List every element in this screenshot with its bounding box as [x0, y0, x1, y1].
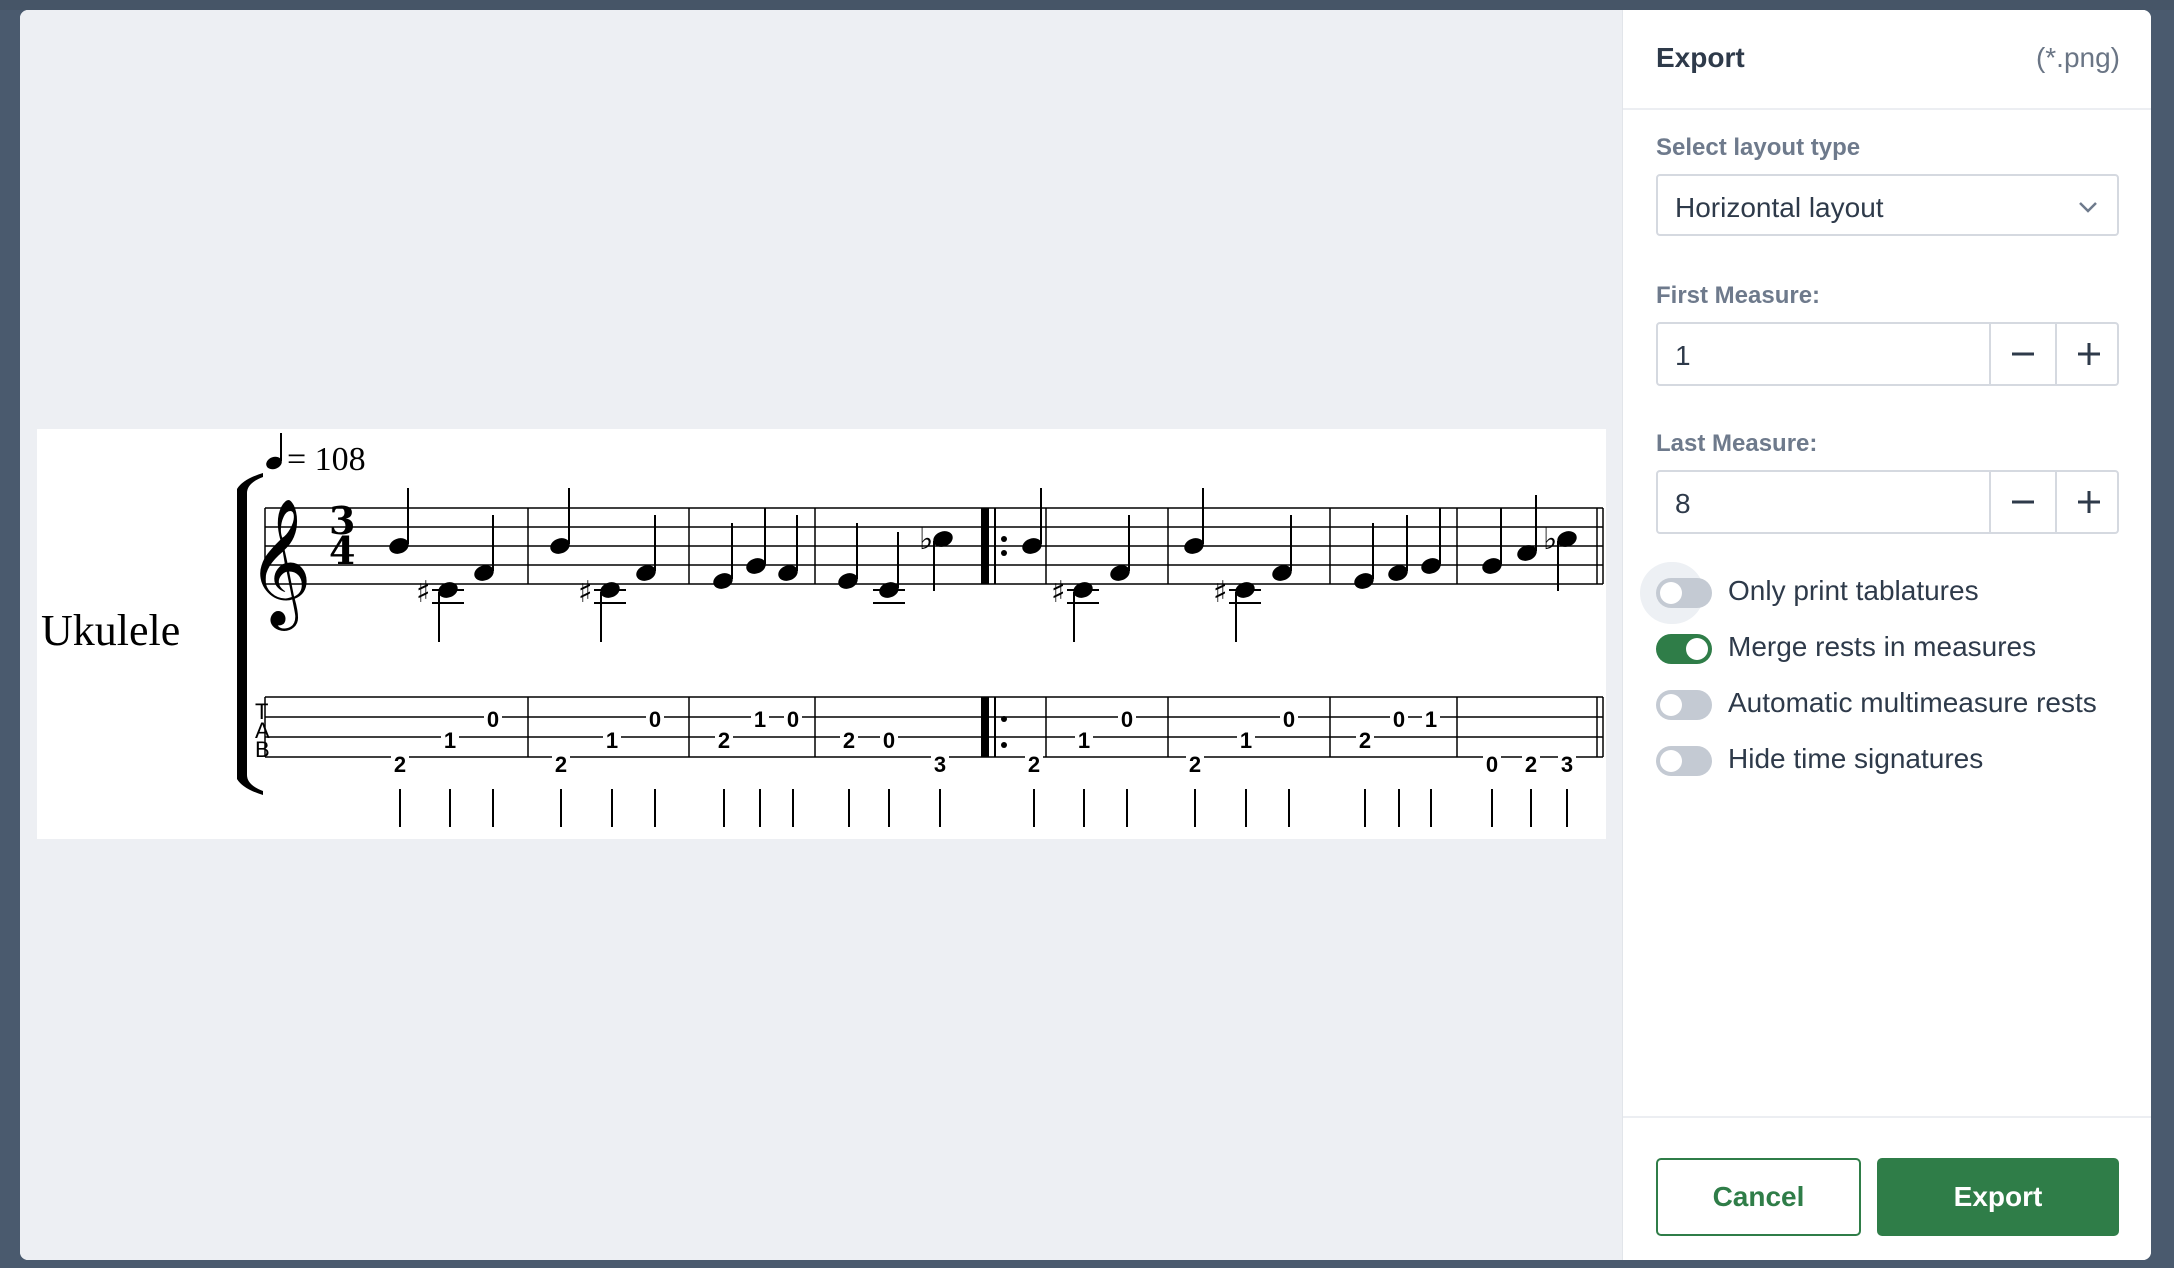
tab-number: 2: [1359, 728, 1371, 753]
repeat-dot: [1001, 550, 1007, 556]
tab-number: 2: [718, 728, 730, 753]
treble-clef-icon: 𝄞: [247, 497, 312, 631]
minus-icon: [2012, 352, 2034, 356]
repeat-dot: [1001, 742, 1007, 748]
tab-number: 0: [1283, 707, 1295, 732]
first-measure-decrement-button[interactable]: [1989, 324, 2055, 384]
time-signature-bottom: 4: [329, 528, 355, 573]
file-type-label: (*.png): [2035, 42, 2120, 73]
flat-icon: ♭: [919, 522, 933, 557]
first-measure-label: First Measure:: [1656, 282, 1821, 309]
last-measure-increment-button[interactable]: [2055, 472, 2121, 532]
panel-footer: Cancel Export: [1623, 1116, 2151, 1260]
toggle-label: Automatic multimeasure rests: [1728, 687, 2097, 718]
tab-number: 1: [1078, 728, 1090, 753]
tab-number: 2: [843, 728, 855, 753]
tab-number: 1: [754, 707, 766, 732]
tab-number: 1: [444, 728, 456, 753]
last-measure-stepper: 8: [1656, 470, 2119, 534]
tab-letter-b: B: [255, 737, 270, 762]
tab-number: 0: [1486, 752, 1498, 777]
tempo-marking: = 108: [266, 433, 366, 478]
first-measure-input[interactable]: 1: [1675, 340, 1691, 372]
minus-icon: [2012, 500, 2034, 504]
tab-number: 3: [934, 752, 946, 777]
layout-type-label: Select layout type: [1656, 134, 1861, 161]
tab-number: 0: [1121, 707, 1133, 732]
first-measure-stepper: 1: [1656, 322, 2119, 386]
tab-number: 0: [787, 707, 799, 732]
plus-icon: [2078, 343, 2100, 365]
instrument-name: Ukulele: [41, 606, 180, 655]
tab-number: 2: [1189, 752, 1201, 777]
score-preview: Ukulele = 108 𝄞 3 4 T A B ♯ ♯ ♭ ♯ ♯ ♭ 2 …: [37, 429, 1606, 839]
export-preview: Ukulele = 108 𝄞 3 4 T A B ♯ ♯ ♭ ♯ ♯ ♭ 2 …: [20, 10, 1622, 1260]
score-notation: Ukulele = 108 𝄞 3 4 T A B ♯ ♯♭♯ ♯♭ 21021…: [41, 433, 1604, 827]
sharp-icon: ♯: [1051, 575, 1066, 610]
tab-number: 2: [394, 752, 406, 777]
switch[interactable]: [1656, 690, 1712, 720]
cancel-button[interactable]: Cancel: [1656, 1158, 1861, 1236]
tab-number: 0: [1393, 707, 1405, 732]
toggle-label: Only print tablatures: [1728, 575, 1979, 606]
layout-type-select[interactable]: Horizontal layout: [1656, 174, 2119, 236]
layout-type-value: Horizontal layout: [1675, 192, 1884, 223]
tab-number: 1: [1240, 728, 1252, 753]
export-dialog: Ukulele = 108 𝄞 3 4 T A B ♯ ♯ ♭ ♯ ♯ ♭ 2 …: [20, 10, 2151, 1260]
last-measure-input[interactable]: 8: [1675, 488, 1691, 520]
switch[interactable]: [1656, 578, 1712, 608]
export-button[interactable]: Export: [1877, 1158, 2119, 1236]
tab-number: 3: [1561, 752, 1573, 777]
flat-icon: ♭: [1543, 522, 1557, 557]
background-app: [0, 0, 2174, 10]
panel-header: Export (*.png): [1623, 10, 2151, 110]
chevron-down-icon: [2079, 202, 2097, 213]
plus-icon: [2078, 491, 2100, 513]
switch[interactable]: [1656, 634, 1712, 664]
tab-number: 2: [1028, 752, 1040, 777]
toggle-label: Merge rests in measures: [1728, 631, 2037, 662]
tab-number: 1: [606, 728, 618, 753]
panel-title: Export: [1656, 42, 1745, 73]
repeat-bar: [981, 508, 989, 584]
tab-number: 0: [649, 707, 661, 732]
tab-number: 0: [487, 707, 499, 732]
export-settings-panel: Export (*.png) Select layout type Horizo…: [1622, 10, 2151, 1260]
repeat-dot: [1001, 716, 1007, 722]
last-measure-label: Last Measure:: [1656, 430, 1818, 457]
switch[interactable]: [1656, 746, 1712, 776]
tempo-text: = 108: [287, 441, 366, 478]
repeat-dot: [1001, 536, 1007, 542]
tab-number: 2: [1525, 752, 1537, 777]
toggle-label: Hide time signatures: [1728, 743, 1984, 774]
tab-number: 2: [555, 752, 567, 777]
sharp-icon: ♯: [1213, 575, 1228, 610]
rhythm-stems: [399, 789, 1568, 827]
sharp-icon: ♯: [416, 575, 431, 610]
tab-number: 0: [883, 728, 895, 753]
repeat-bar: [981, 697, 989, 757]
last-measure-decrement-button[interactable]: [1989, 472, 2055, 532]
tab-number: 1: [1425, 707, 1437, 732]
sharp-icon: ♯: [578, 575, 593, 610]
first-measure-increment-button[interactable]: [2055, 324, 2121, 384]
